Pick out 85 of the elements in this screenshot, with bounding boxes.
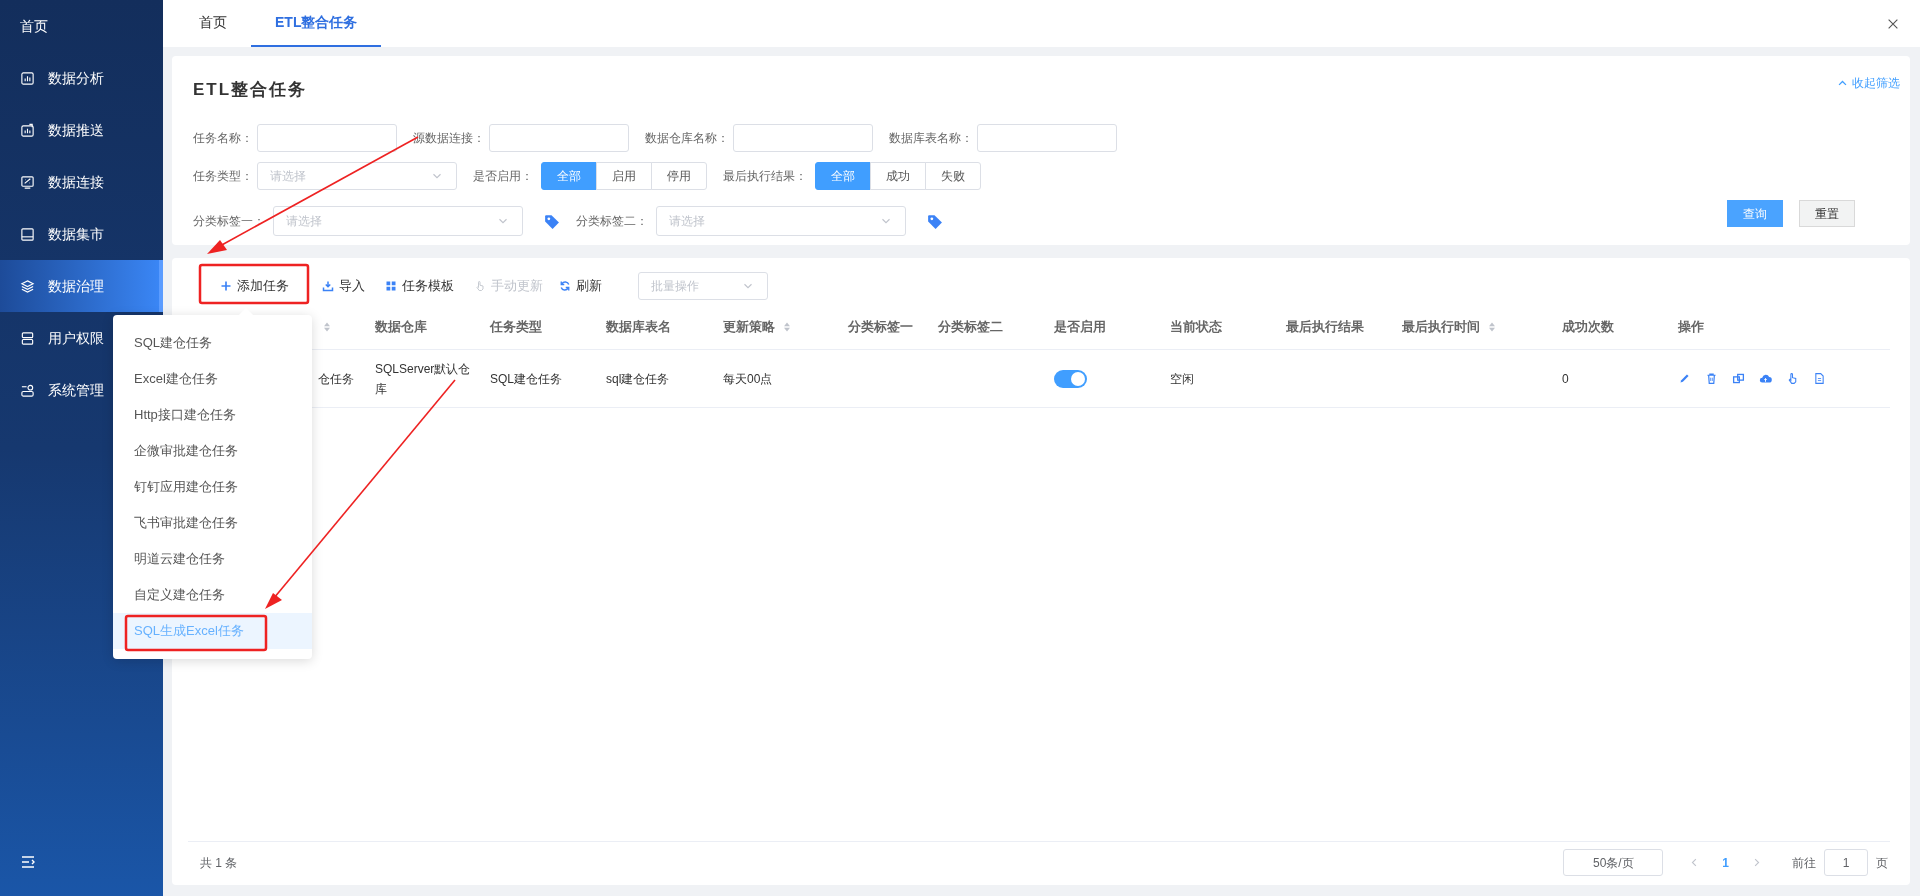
table-cell: 空闲 [1170, 371, 1194, 386]
table-cell: sql建仓任务 [606, 371, 670, 386]
document-icon[interactable] [1813, 372, 1826, 385]
page-suffix: 页 [1876, 854, 1888, 872]
column-header: 分类标签二 [938, 318, 1003, 337]
column-header: 数据库表名 [606, 318, 671, 337]
grid-icon [385, 279, 397, 292]
hand-pointer-icon [474, 279, 486, 292]
column-header: 是否启用 [1054, 318, 1106, 337]
reset-button[interactable]: 重置 [1799, 200, 1855, 227]
column-header: 更新策略 [723, 318, 775, 337]
text-field[interactable] [977, 124, 1117, 152]
field-label: 源数据连接： [413, 130, 485, 147]
table-cell: 0 [1562, 371, 1569, 386]
total-count: 共 1 条 [200, 854, 238, 872]
field-label: 分类标签一： [193, 213, 265, 230]
sidebar-item[interactable]: 数据分析 [0, 52, 163, 104]
toolbar-button[interactable]: 任务模板 [379, 269, 460, 302]
segment-option[interactable]: 失败 [925, 162, 981, 190]
field-label: 数据库表名称： [889, 130, 973, 147]
bar-chart-icon [20, 122, 35, 138]
table-cell: SQL建仓任务 [490, 371, 562, 386]
sidebar-item[interactable]: 数据推送 [0, 104, 163, 156]
menu-item[interactable]: 明道云建仓任务 [113, 541, 312, 577]
tab[interactable]: 首页 [175, 0, 251, 47]
text-field[interactable] [733, 124, 873, 152]
sidebar-item[interactable]: 数据连接 [0, 156, 163, 208]
menu-item[interactable]: 钉钉应用建仓任务 [113, 469, 312, 505]
tab[interactable]: ETL整合任务 [251, 0, 382, 47]
text-field[interactable] [489, 124, 629, 152]
column-header: 最后执行时间 [1402, 318, 1480, 337]
copy-icon[interactable] [1732, 372, 1745, 385]
column-header: 成功次数 [1562, 318, 1614, 337]
menu-icon[interactable] [20, 854, 36, 870]
menu-item[interactable]: SQL建仓任务 [113, 325, 312, 361]
column-header: 数据仓库 [375, 318, 427, 337]
segment-option[interactable]: 成功 [870, 162, 926, 190]
menu-item[interactable]: 飞书审批建仓任务 [113, 505, 312, 541]
column-header: 分类标签一 [848, 318, 913, 337]
segment-option[interactable]: 停用 [651, 162, 707, 190]
sidebar-home-link[interactable]: 首页 [0, 0, 163, 52]
server-icon [20, 330, 35, 346]
toolbar-button[interactable]: 刷新 [553, 269, 608, 302]
column-header: 最后执行结果 [1286, 318, 1364, 337]
chart-icon [20, 70, 35, 86]
download-icon [322, 279, 334, 292]
field-label: 任务名称： [193, 130, 253, 147]
cloud-upload-icon[interactable] [1759, 372, 1772, 385]
column-header: 操作 [1678, 318, 1704, 337]
field-label: 分类标签二： [576, 213, 648, 230]
toolbar-button[interactable]: 添加任务 [200, 269, 308, 302]
page-jump-field[interactable]: 1 [1824, 849, 1868, 876]
column-header: 当前状态 [1170, 318, 1222, 337]
toggle-switch[interactable] [1054, 369, 1087, 388]
page-size-select[interactable]: 50条/页 [1563, 849, 1664, 876]
page-title: ETL整合任务 [193, 79, 309, 101]
plus-icon [219, 279, 232, 292]
table-cell: 仓任务 [318, 371, 354, 386]
hand-pointer-icon[interactable] [1786, 372, 1799, 385]
field-label: 最后执行结果： [723, 168, 807, 185]
refresh-icon [559, 279, 571, 292]
delete-icon[interactable] [1705, 372, 1718, 385]
text-field[interactable] [257, 124, 397, 152]
menu-item[interactable]: Http接口建仓任务 [113, 397, 312, 433]
field-label: 任务类型： [193, 168, 253, 185]
tag-icon[interactable] [543, 212, 560, 230]
sidebar-item[interactable]: 数据治理 [0, 260, 163, 312]
column-header: 任务类型 [490, 318, 542, 337]
menu-item[interactable]: 自定义建仓任务 [113, 577, 312, 613]
screen-icon [20, 226, 35, 242]
field-label: 是否启用： [473, 168, 533, 185]
table-cell: SQLServer默认仓库 [375, 361, 471, 396]
sidebar-item[interactable]: 数据集市 [0, 208, 163, 260]
toolbar-button[interactable]: 导入 [316, 269, 371, 302]
layers-icon [20, 278, 35, 294]
field-label: 数据仓库名称： [645, 130, 729, 147]
menu-item[interactable]: 企微审批建仓任务 [113, 433, 312, 469]
table-cell: 每天00点 [723, 371, 773, 386]
user-settings-icon [20, 382, 35, 398]
goto-label: 前往 [1792, 854, 1816, 872]
segment-option[interactable]: 启用 [596, 162, 652, 190]
tag-icon[interactable] [926, 212, 943, 230]
monitor-icon [20, 174, 35, 190]
edit-icon[interactable] [1678, 372, 1691, 385]
menu-item[interactable]: Excel建仓任务 [113, 361, 312, 397]
